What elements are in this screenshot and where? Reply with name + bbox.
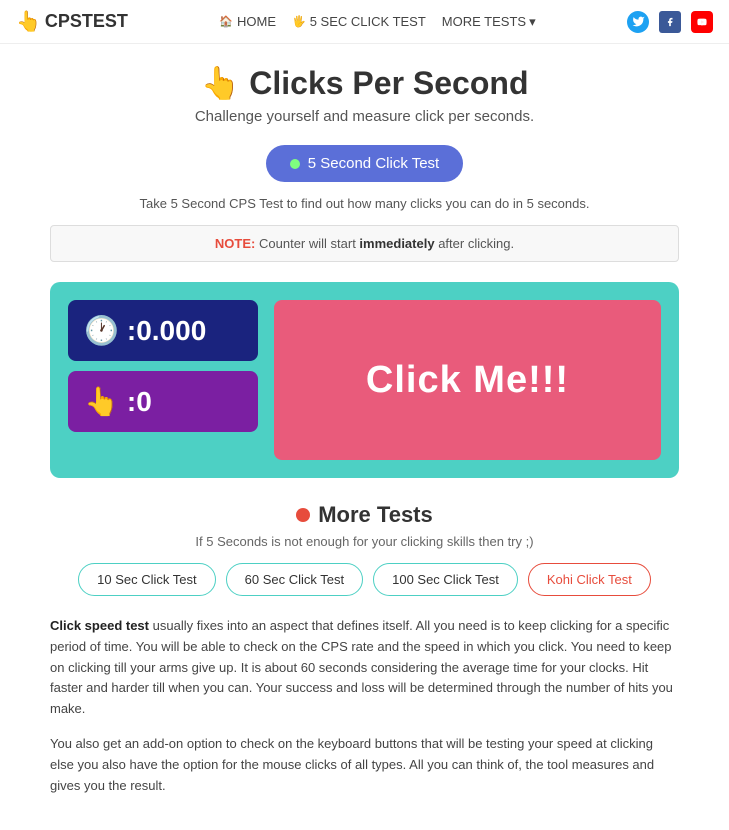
- nav-home[interactable]: 🏠 HOME: [219, 14, 276, 29]
- hero-subtitle: Challenge yourself and measure click per…: [50, 108, 679, 125]
- content-highlight: Click speed test: [50, 618, 149, 633]
- click-test-icon: 🖐: [292, 15, 306, 28]
- red-dot-icon: [296, 508, 310, 522]
- hero-title: 👆 Clicks Per Second: [50, 64, 679, 102]
- nav: 🏠 HOME 🖐 5 SEC CLICK TEST MORE TESTS ▾: [219, 14, 535, 30]
- content-paragraph-2: You also get an add-on option to check o…: [50, 734, 679, 796]
- test-btn-10sec[interactable]: 10 Sec Click Test: [78, 563, 215, 596]
- test-btn-60sec[interactable]: 60 Sec Click Test: [226, 563, 363, 596]
- home-icon: 🏠: [219, 15, 233, 28]
- note-label: NOTE:: [215, 236, 255, 251]
- note-text-before: Counter will start: [259, 236, 359, 251]
- test-buttons: 10 Sec Click Test 60 Sec Click Test 100 …: [50, 563, 679, 596]
- more-tests-subtitle: If 5 Seconds is not enough for your clic…: [50, 534, 679, 549]
- click-count-value: :0: [127, 386, 152, 418]
- hero-section: 👆 Clicks Per Second Challenge yourself a…: [50, 64, 679, 125]
- hero-title-text: Clicks Per Second: [249, 65, 528, 101]
- timer-value: :0.000: [127, 315, 206, 347]
- description-text: Take 5 Second CPS Test to find out how m…: [50, 196, 679, 211]
- cta-container: 5 Second Click Test: [50, 145, 679, 182]
- more-tests-title-text: More Tests: [318, 502, 433, 528]
- nav-more-tests-label: MORE TESTS: [442, 14, 526, 29]
- cta-button[interactable]: 5 Second Click Test: [266, 145, 463, 182]
- youtube-icon[interactable]: [691, 11, 713, 33]
- timer-panel: 🕐 :0.000: [68, 300, 258, 361]
- note-immediately: immediately: [359, 236, 434, 251]
- logo-icon: 👆: [16, 9, 41, 34]
- twitter-icon[interactable]: [627, 11, 649, 33]
- test-btn-100sec[interactable]: 100 Sec Click Test: [373, 563, 518, 596]
- chevron-down-icon: ▾: [529, 14, 536, 30]
- nav-home-label: HOME: [237, 14, 276, 29]
- timer-icon: 🕐: [84, 314, 119, 347]
- cta-button-label: 5 Second Click Test: [308, 155, 439, 172]
- more-tests-section: More Tests If 5 Seconds is not enough fo…: [50, 502, 679, 596]
- logo-text: CPSTEST: [45, 11, 128, 32]
- click-test-area: 🕐 :0.000 👆 :0 Click Me!!!: [50, 282, 679, 478]
- hero-hand-icon: 👆: [201, 65, 241, 101]
- nav-more-tests[interactable]: MORE TESTS ▾: [442, 14, 536, 30]
- left-panels: 🕐 :0.000 👆 :0: [68, 300, 258, 460]
- nav-click-test-label: 5 SEC CLICK TEST: [310, 14, 426, 29]
- main-content: 👆 Clicks Per Second Challenge yourself a…: [0, 44, 729, 830]
- click-count-panel: 👆 :0: [68, 371, 258, 432]
- nav-click-test[interactable]: 🖐 5 SEC CLICK TEST: [292, 14, 426, 29]
- note-text-after: after clicking.: [438, 236, 514, 251]
- dot-icon: [290, 159, 300, 169]
- header: 👆 CPSTEST 🏠 HOME 🖐 5 SEC CLICK TEST MORE…: [0, 0, 729, 44]
- more-tests-title: More Tests: [50, 502, 679, 528]
- click-me-button[interactable]: Click Me!!!: [274, 300, 661, 460]
- click-hand-icon: 👆: [84, 385, 119, 418]
- facebook-icon[interactable]: [659, 11, 681, 33]
- social-icons: [627, 11, 713, 33]
- note-box: NOTE: Counter will start immediately aft…: [50, 225, 679, 262]
- test-btn-kohi[interactable]: Kohi Click Test: [528, 563, 651, 596]
- content-paragraph-1: Click speed test usually fixes into an a…: [50, 616, 679, 720]
- logo[interactable]: 👆 CPSTEST: [16, 9, 128, 34]
